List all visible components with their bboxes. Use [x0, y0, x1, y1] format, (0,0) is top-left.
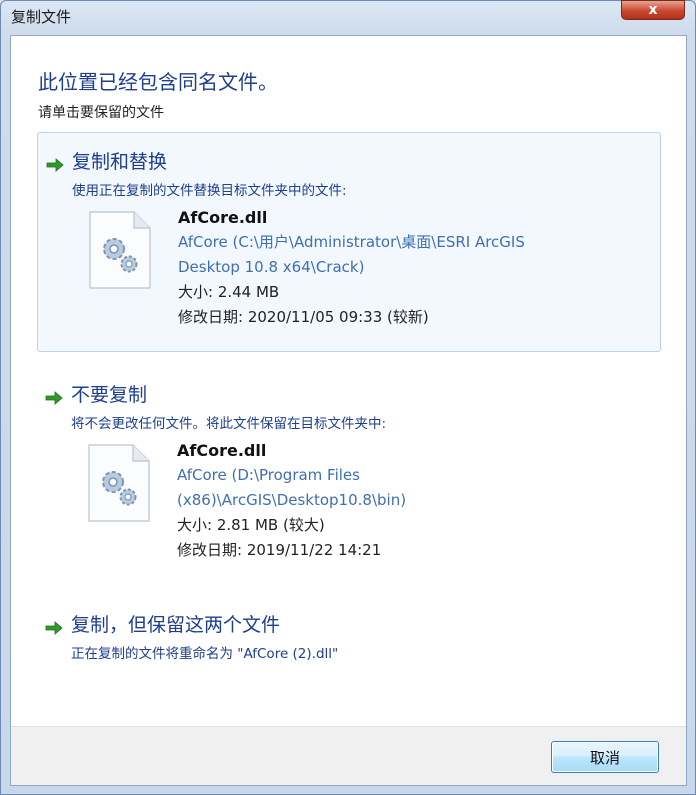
- close-icon: x: [648, 2, 658, 18]
- option-description: 使用正在复制的文件替换目标文件夹中的文件:: [72, 183, 347, 199]
- dll-file-icon: [89, 211, 151, 289]
- file-details: AfCore.dll AfCore (D:\Program Files (x86…: [177, 438, 406, 563]
- dialog-subheading: 请单击要保留的文件: [38, 105, 164, 121]
- file-details: AfCore.dll AfCore (C:\用户\Administrator\桌…: [178, 205, 525, 330]
- window-title: 复制文件: [11, 8, 72, 26]
- file-path-cont: (x86)\ArcGIS\Desktop10.8\bin): [177, 491, 407, 509]
- option-description: 正在复制的文件将重命名为 "AfCore (2).dll": [71, 646, 339, 662]
- cancel-button[interactable]: 取消: [551, 741, 659, 773]
- file-size: 大小: 2.81 MB (较大): [177, 516, 325, 534]
- dialog-content: 此位置已经包含同名文件。 请单击要保留的文件 复制和替换 使用正在复制的文件替换…: [10, 35, 687, 786]
- option-title: 复制和替换: [72, 151, 168, 173]
- file-modified: 修改日期: 2020/11/05 09:33 (较新): [178, 308, 429, 326]
- dialog-footer: 取消: [11, 726, 686, 785]
- copy-file-dialog: 复制文件 x 此位置已经包含同名文件。 请单击要保留的文件 复制和替换 使用正在…: [0, 0, 696, 795]
- option-dont-copy[interactable]: 不要复制 将不会更改任何文件。将此文件保留在目标文件夹中: AfCore.dll…: [37, 366, 661, 576]
- file-name: AfCore.dll: [178, 208, 268, 227]
- title-bar[interactable]: 复制文件 x: [1, 0, 695, 31]
- option-copy-and-replace[interactable]: 复制和替换 使用正在复制的文件替换目标文件夹中的文件: AfCore.dll A…: [37, 132, 661, 352]
- file-path-cont: Desktop 10.8 x64\Crack): [178, 258, 365, 276]
- file-modified: 修改日期: 2019/11/22 14:21: [177, 541, 382, 559]
- green-arrow-icon: [46, 158, 64, 172]
- file-size: 大小: 2.44 MB: [178, 283, 280, 301]
- green-arrow-icon: [45, 391, 63, 405]
- dialog-heading: 此位置已经包含同名文件。: [38, 70, 278, 94]
- dll-file-icon: [88, 444, 150, 522]
- file-path: AfCore (C:\用户\Administrator\桌面\ESRI ArcG…: [178, 233, 525, 251]
- file-path: AfCore (D:\Program Files: [177, 466, 360, 484]
- file-name: AfCore.dll: [177, 441, 267, 460]
- close-button[interactable]: x: [621, 0, 685, 20]
- option-description: 将不会更改任何文件。将此文件保留在目标文件夹中:: [71, 416, 387, 432]
- option-title: 不要复制: [71, 384, 148, 406]
- option-title: 复制，但保留这两个文件: [71, 614, 281, 636]
- green-arrow-icon: [45, 621, 63, 635]
- option-keep-both[interactable]: 复制，但保留这两个文件 正在复制的文件将重命名为 "AfCore (2).dll…: [37, 596, 661, 676]
